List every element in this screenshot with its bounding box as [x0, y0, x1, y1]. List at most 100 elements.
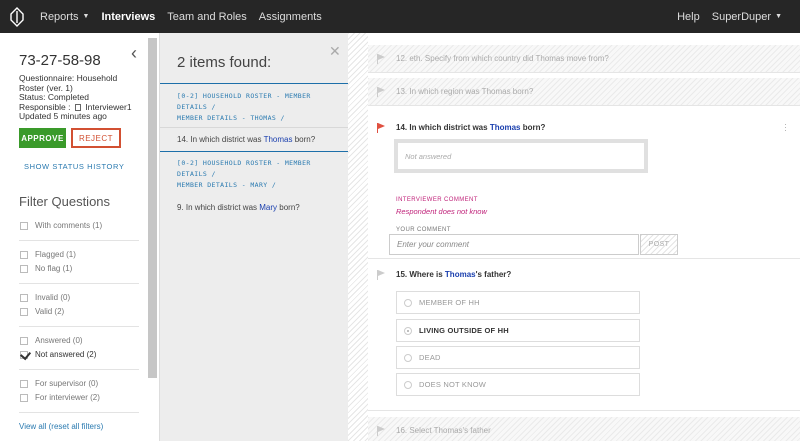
filter-label: Not answered (2): [35, 350, 97, 359]
result-question-text: born?: [292, 135, 316, 144]
question-text: 15. Where is: [396, 270, 445, 279]
option-label: DOES NOT KNOW: [419, 380, 487, 389]
reject-button[interactable]: REJECT: [71, 128, 121, 148]
radio-button[interactable]: [404, 381, 412, 389]
divider: [19, 283, 139, 284]
result-path[interactable]: [0-2] HOUSEHOLD ROSTER - MEMBER DETAILS …: [177, 158, 311, 191]
nav-reports[interactable]: Reports ▼: [34, 0, 95, 33]
filter-with-comments[interactable]: With comments (1): [20, 221, 102, 230]
checkbox[interactable]: [20, 336, 28, 345]
result-path-line: MEMBER DETAILS - THOMAS /: [177, 114, 285, 122]
filter-label: Invalid (0): [35, 293, 71, 302]
option-label: LIVING OUTSIDE OF HH: [419, 326, 509, 335]
question-highlight: Thomas: [444, 270, 476, 279]
radio-button[interactable]: [404, 354, 412, 362]
checkbox-checked[interactable]: [20, 350, 28, 359]
question-12-disabled: 12. eth. Specify from which country did …: [368, 45, 800, 73]
filter-label: No flag (1): [35, 264, 73, 273]
flag-icon: [377, 426, 386, 436]
checkbox[interactable]: [20, 221, 28, 230]
question-16-disabled: 16. Select Thomas's father: [368, 417, 800, 441]
result-separator: [160, 151, 348, 152]
filter-no-flag[interactable]: No flag (1): [20, 264, 72, 273]
filter-label: Flagged (1): [35, 250, 76, 259]
checkbox[interactable]: [20, 307, 28, 316]
checkbox[interactable]: [20, 379, 28, 388]
radio-button-selected[interactable]: [404, 327, 412, 335]
questions-area: 12. eth. Specify from which country did …: [348, 33, 800, 441]
filter-label: For interviewer (2): [35, 393, 100, 402]
search-results-panel: 2 items found: ✕ [0-2] HOUSEHOLD ROSTER …: [160, 33, 348, 441]
comment-input[interactable]: Enter your comment: [389, 234, 639, 255]
question-text: born?: [520, 123, 546, 132]
show-status-history-link[interactable]: SHOW STATUS HISTORY: [24, 162, 124, 171]
filter-label: Answered (0): [35, 336, 83, 345]
option-dead[interactable]: DEAD: [396, 346, 640, 369]
result-question[interactable]: 9. In which district was Mary born?: [177, 203, 300, 212]
close-icon[interactable]: ✕: [329, 43, 341, 60]
document-icon: [74, 103, 81, 111]
flag-icon: [377, 54, 386, 64]
result-question-text: 14. In which district was: [177, 135, 264, 144]
nav-help[interactable]: Help: [671, 0, 706, 33]
interviewer-comment: Respondent does not know: [396, 207, 487, 216]
question-13-disabled: 13. In which region was Thomas born?: [368, 78, 800, 106]
question-highlight: Thomas: [489, 123, 521, 132]
collapse-sidebar-icon[interactable]: ‹: [131, 43, 137, 64]
result-highlight: Thomas: [263, 135, 293, 144]
checkbox[interactable]: [20, 293, 28, 302]
radio-button[interactable]: [404, 299, 412, 307]
interviewer-comment-label: INTERVIEWER COMMENT: [396, 197, 478, 203]
option-member-of-hh[interactable]: MEMBER OF HH: [396, 291, 640, 314]
filter-for-supervisor[interactable]: For supervisor (0): [20, 379, 98, 388]
flag-icon[interactable]: [377, 270, 386, 280]
nav-team-and-roles[interactable]: Team and Roles: [161, 0, 253, 33]
post-button[interactable]: POST: [640, 234, 678, 255]
question-15: 15. Where is Thomas's father? MEMBER OF …: [368, 261, 800, 411]
question-text: 16. Select Thomas's father: [396, 426, 491, 435]
result-question[interactable]: 14. In which district was Thomas born?: [177, 135, 315, 144]
nav-user-menu[interactable]: SuperDuper ▼: [706, 0, 800, 33]
filter-valid[interactable]: Valid (2): [20, 307, 64, 316]
filter-for-interviewer[interactable]: For interviewer (2): [20, 393, 100, 402]
checkbox[interactable]: [20, 250, 28, 259]
responsible-value[interactable]: Interviewer1: [85, 102, 131, 112]
checkbox[interactable]: [20, 264, 28, 273]
app-logo[interactable]: [0, 0, 34, 33]
result-path[interactable]: [0-2] HOUSEHOLD ROSTER - MEMBER DETAILS …: [177, 91, 311, 124]
divider: [19, 240, 139, 241]
answer-input[interactable]: Not answered: [398, 143, 644, 169]
sidebar-scrollbar[interactable]: [148, 38, 157, 378]
result-path-line: [0-2] HOUSEHOLD ROSTER - MEMBER: [177, 92, 311, 100]
question-title: 15. Where is Thomas's father?: [396, 270, 511, 279]
option-label: MEMBER OF HH: [419, 298, 480, 307]
option-label: DEAD: [419, 353, 441, 362]
questionnaire-name: Questionnaire: Household Roster (ver. 1): [19, 73, 118, 93]
question-text: 13. In which region was Thomas born?: [396, 87, 534, 96]
filter-label: Valid (2): [35, 307, 65, 316]
divider: [19, 369, 139, 370]
approve-button[interactable]: APPROVE: [19, 128, 66, 148]
question-text: 's father?: [475, 270, 512, 279]
filter-label: With comments (1): [35, 221, 103, 230]
more-options-icon[interactable]: · · ·: [784, 120, 787, 135]
user-name: SuperDuper: [711, 10, 772, 23]
checkbox[interactable]: [20, 393, 28, 402]
filter-invalid[interactable]: Invalid (0): [20, 293, 70, 302]
filter-not-answered[interactable]: Not answered (2): [20, 350, 96, 359]
caret-down-icon: ▼: [775, 13, 782, 20]
filter-flagged[interactable]: Flagged (1): [20, 250, 76, 259]
filter-answered[interactable]: Answered (0): [20, 336, 83, 345]
nav-assignments[interactable]: Assignments: [253, 0, 328, 33]
question-text: 12. eth. Specify from which country did …: [396, 54, 609, 63]
caret-down-icon: ▼: [82, 13, 90, 20]
your-comment-label: YOUR COMMENT: [396, 227, 451, 233]
option-does-not-know[interactable]: DOES NOT KNOW: [396, 373, 640, 396]
flag-icon[interactable]: [377, 123, 386, 133]
answer-field[interactable]: Not answered: [394, 139, 648, 173]
view-all-link[interactable]: View all (reset all filters): [19, 422, 103, 431]
result-question-text: born?: [277, 203, 300, 212]
option-living-outside-of-hh[interactable]: LIVING OUTSIDE OF HH: [396, 319, 640, 342]
question-text: 14. In which district was: [396, 123, 490, 132]
nav-interviews[interactable]: Interviews: [95, 0, 161, 33]
